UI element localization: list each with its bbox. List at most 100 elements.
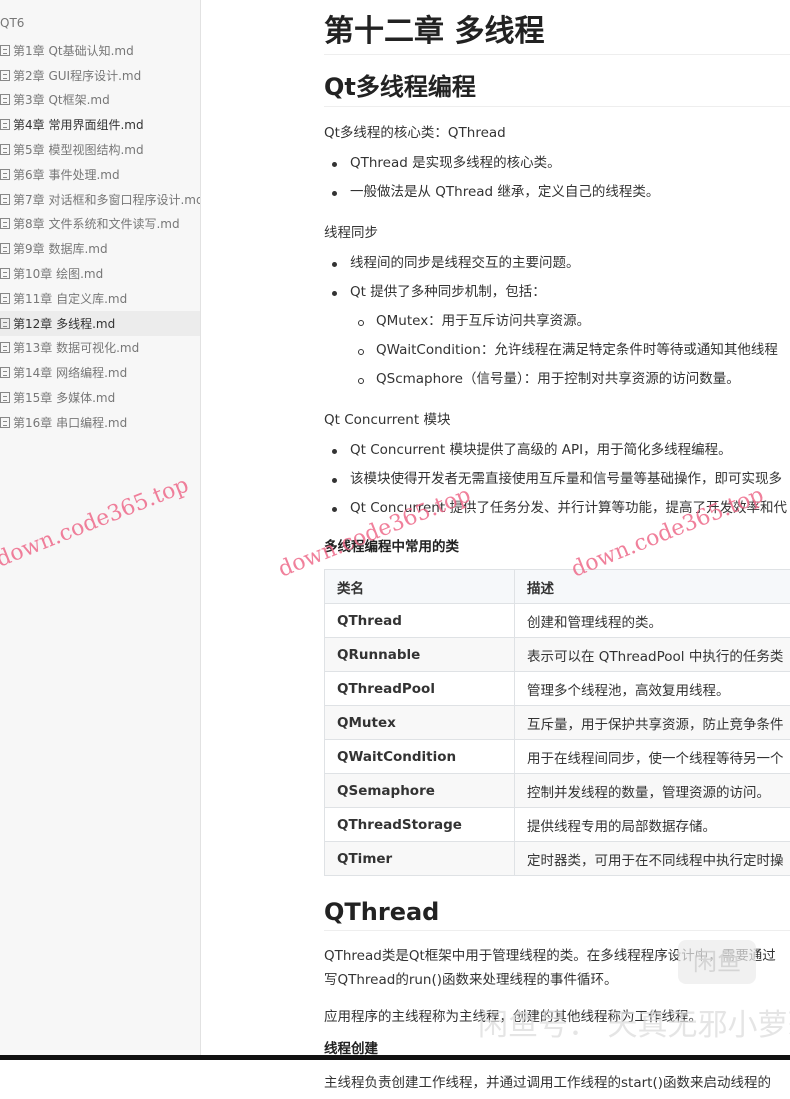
list-item: 一般做法是从 QThread 继承，定义自己的线程类。 — [350, 178, 790, 207]
file-name: 第16章 串口编程.md — [13, 414, 127, 431]
sidebar-file-item[interactable]: 第9章 数据库.md — [0, 236, 200, 261]
file-icon — [0, 169, 10, 180]
paragraph: Qt Concurrent 模块 — [324, 408, 790, 428]
table-row: QSemaphore控制并发线程的数量，管理资源的访问。 — [325, 774, 790, 808]
file-icon — [0, 218, 10, 229]
file-name: 第3章 Qt框架.md — [13, 91, 110, 108]
list-item: QThread 是实现多线程的核心类。 — [350, 149, 790, 178]
file-icon — [0, 144, 10, 155]
class-name: QRunnable — [325, 638, 515, 672]
list-item: 该模块使得开发者无需直接使用互斥量和信号量等基础操作，即可实现多 — [350, 465, 790, 494]
file-icon — [0, 392, 10, 403]
sidebar-file-item[interactable]: 第3章 Qt框架.md — [0, 88, 200, 113]
file-icon — [0, 194, 10, 205]
sidebar-file-item[interactable]: 第8章 文件系统和文件读写.md — [0, 212, 200, 237]
class-description: 定时器类，可用于在不同线程中执行定时操 — [515, 842, 790, 876]
file-icon — [0, 243, 10, 254]
class-description: 控制并发线程的数量，管理资源的访问。 — [515, 774, 790, 808]
sidebar-file-item[interactable]: 第6章 事件处理.md — [0, 162, 200, 187]
classes-table: 类名 描述 QThread创建和管理线程的类。QRunnable表示可以在 QT… — [324, 569, 790, 876]
page-title: 第十二章 多线程 — [324, 6, 790, 55]
class-description: 提供线程专用的局部数据存储。 — [515, 808, 790, 842]
class-name: QThreadPool — [325, 672, 515, 706]
table-row: QMutex互斥量，用于保护共享资源，防止竞争条件 — [325, 706, 790, 740]
sidebar-file-item[interactable]: 第2章 GUI程序设计.md — [0, 63, 200, 88]
file-name: 第8章 文件系统和文件读写.md — [13, 215, 180, 232]
table-heading: 多线程编程中常用的类 — [324, 535, 790, 555]
class-name: QSemaphore — [325, 774, 515, 808]
file-icon — [0, 94, 10, 105]
list-item: QWaitCondition：允许线程在满足特定条件时等待或通知其他线程 — [376, 336, 790, 365]
file-name: 第11章 自定义库.md — [13, 290, 127, 307]
column-header: 描述 — [515, 570, 790, 604]
list-item: Qt 提供了多种同步机制，包括： — [350, 278, 790, 307]
folder-root[interactable]: QT6 — [0, 14, 200, 38]
class-description: 互斥量，用于保护共享资源，防止竞争条件 — [515, 706, 790, 740]
paragraph: 线程同步 — [324, 221, 790, 241]
bullet-list: Qt Concurrent 模块提供了高级的 API，用于简化多线程编程。 该模… — [350, 436, 790, 523]
list-item: QMutex：用于互斥访问共享资源。 — [376, 307, 790, 336]
file-name: 第9章 数据库.md — [13, 240, 108, 257]
list-item: QScmaphore（信号量）：用于控制对共享资源的访问数量。 — [376, 365, 790, 394]
paragraph: 主线程负责创建工作线程，并通过调用工作线程的start()函数来启动线程的 — [324, 1071, 790, 1091]
file-tree-sidebar: QT6 第1章 Qt基础认知.md 第2章 GUI程序设计.md 第3章 Qt框架.… — [0, 0, 201, 1060]
file-name: 第7章 对话框和多窗口程序设计.md — [13, 191, 201, 208]
class-name: QTimer — [325, 842, 515, 876]
file-icon — [0, 70, 10, 81]
sidebar-file-item[interactable]: 第15章 多媒体.md — [0, 385, 200, 410]
file-name: 第12章 多线程.md — [13, 315, 115, 332]
sidebar-file-item[interactable]: 第1章 Qt基础认知.md — [0, 38, 200, 63]
class-name: QThread — [325, 604, 515, 638]
class-name: QMutex — [325, 706, 515, 740]
table-row: QThreadStorage提供线程专用的局部数据存储。 — [325, 808, 790, 842]
sub-list: QMutex：用于互斥访问共享资源。 QWaitCondition：允许线程在满… — [376, 307, 790, 394]
sidebar-file-item[interactable]: 第11章 自定义库.md — [0, 286, 200, 311]
sidebar-file-item[interactable]: 第16章 串口编程.md — [0, 410, 200, 435]
table-row: QRunnable表示可以在 QThreadPool 中执行的任务类 — [325, 638, 790, 672]
xianyu-logo-watermark: 闲鱼 — [678, 940, 756, 984]
class-name: QWaitCondition — [325, 740, 515, 774]
sidebar-file-item[interactable]: 第13章 数据可视化.md — [0, 336, 200, 361]
file-icon — [0, 318, 10, 329]
file-icon — [0, 293, 10, 304]
file-name: 第1章 Qt基础认知.md — [13, 42, 134, 59]
markdown-content: 第十二章 多线程 Qt多线程编程 Qt多线程的核心类：QThread QThre… — [324, 0, 790, 1099]
table-row: QTimer定时器类，可用于在不同线程中执行定时操 — [325, 842, 790, 876]
class-description: 表示可以在 QThreadPool 中执行的任务类 — [515, 638, 790, 672]
section-heading: Qt多线程编程 — [324, 67, 790, 107]
file-icon — [0, 342, 10, 353]
file-icon — [0, 45, 10, 56]
file-icon — [0, 367, 10, 378]
file-name: 第13章 数据可视化.md — [13, 339, 139, 356]
file-name: 第6章 事件处理.md — [13, 166, 120, 183]
xianyu-watermark: 闲鱼号： 天真无邪小萝莉 — [478, 1000, 790, 1044]
bullet-list: 线程间的同步是线程交互的主要问题。 Qt 提供了多种同步机制，包括： QMute… — [350, 249, 790, 394]
sidebar-file-item[interactable]: 第12章 多线程.md — [0, 311, 200, 336]
table-row: QWaitCondition用于在线程间同步，使一个线程等待另一个 — [325, 740, 790, 774]
sidebar-file-item[interactable]: 第4章 常用界面组件.md — [0, 112, 200, 137]
file-name: 第10章 绘图.md — [13, 265, 103, 282]
table-row: QThreadPool管理多个线程池，高效复用线程。 — [325, 672, 790, 706]
bottom-bar — [0, 1055, 790, 1060]
column-header: 类名 — [325, 570, 515, 604]
class-name: QThreadStorage — [325, 808, 515, 842]
file-name: 第2章 GUI程序设计.md — [13, 67, 141, 84]
bullet-list: QThread 是实现多线程的核心类。 一般做法是从 QThread 继承，定义… — [350, 149, 790, 207]
sidebar-file-item[interactable]: 第14章 网络编程.md — [0, 360, 200, 385]
sidebar-file-item[interactable]: 第7章 对话框和多窗口程序设计.md — [0, 187, 200, 212]
file-name: 第15章 多媒体.md — [13, 389, 115, 406]
class-description: 创建和管理线程的类。 — [515, 604, 790, 638]
list-item: Qt Concurrent 模块提供了高级的 API，用于简化多线程编程。 — [350, 436, 790, 465]
list-item: Qt Concurrent 提供了任务分发、并行计算等功能，提高了开发效率和代 — [350, 494, 790, 523]
file-icon — [0, 119, 10, 130]
section-heading: QThread — [324, 898, 790, 931]
table-row: QThread创建和管理线程的类。 — [325, 604, 790, 638]
sidebar-file-item[interactable]: 第10章 绘图.md — [0, 261, 200, 286]
file-name: 第4章 常用界面组件.md — [13, 116, 144, 133]
paragraph: Qt多线程的核心类：QThread — [324, 121, 790, 141]
list-item: 线程间的同步是线程交互的主要问题。 — [350, 249, 790, 278]
sidebar-file-item[interactable]: 第5章 模型视图结构.md — [0, 137, 200, 162]
file-name: 第5章 模型视图结构.md — [13, 141, 144, 158]
file-icon — [0, 268, 10, 279]
class-description: 管理多个线程池，高效复用线程。 — [515, 672, 790, 706]
